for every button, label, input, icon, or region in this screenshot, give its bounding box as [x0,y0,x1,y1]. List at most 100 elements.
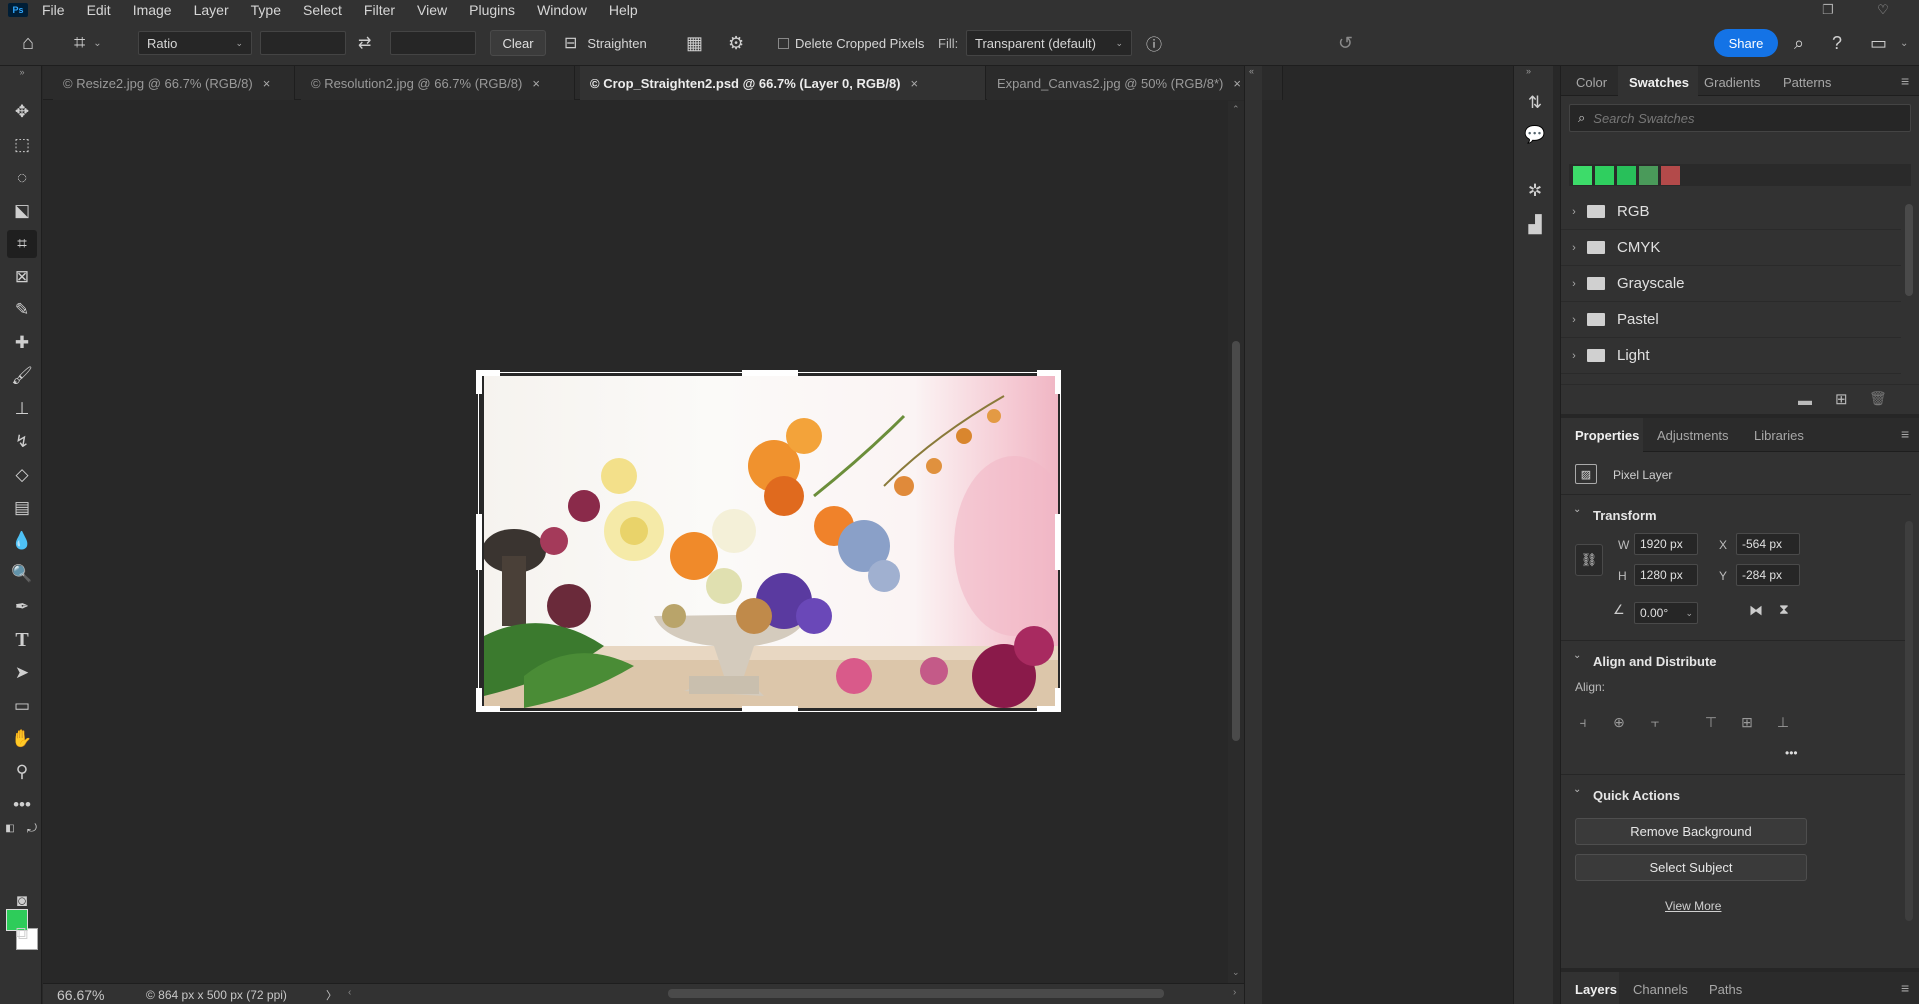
lasso-tool-icon[interactable]: ◌ [7,164,37,192]
align-title[interactable]: Align and Distribute [1593,654,1717,669]
restore-window-icon[interactable]: ❐ [1805,0,1851,20]
width-field[interactable]: 1920 px [1634,533,1698,555]
search-icon[interactable]: ⌕ [1794,33,1804,54]
swatches-scroll-thumb[interactable] [1905,204,1913,296]
new-group-icon[interactable]: ▬ [1798,392,1812,408]
flip-horizontal-icon[interactable]: ⧓ [1749,602,1763,619]
y-field[interactable]: -284 px [1736,564,1800,586]
chevron-down-icon[interactable]: ⌄ [1573,784,1581,795]
chevron-left-icon[interactable]: ‹ [348,987,351,998]
rectangle-tool-icon[interactable]: ▭ [7,692,37,720]
x-field[interactable]: -564 px [1736,533,1800,555]
crop-tool-preset[interactable]: ⌗ ⌄ [74,20,102,66]
more-tools-icon[interactable]: ••• [7,791,37,819]
home-button[interactable]: ⌂ [22,20,34,66]
crop-handle-bottom-left-v[interactable] [476,688,482,712]
ratio-height-input[interactable] [390,31,476,55]
height-field[interactable]: 1280 px [1634,564,1698,586]
clone-stamp-tool-icon[interactable]: ⊥ [7,395,37,423]
blur-tool-icon[interactable]: 💧 [7,527,37,555]
tab-patterns[interactable]: Patterns [1783,75,1831,90]
menu-plugins[interactable]: Plugins [469,0,515,20]
zoom-level[interactable]: 66.67% [57,987,104,1003]
close-icon[interactable]: × [532,76,540,91]
collapse-icon[interactable]: « [1249,66,1254,76]
tab-channels[interactable]: Channels [1633,982,1688,997]
align-horizontal-center-icon[interactable]: ⊕ [1609,712,1629,732]
dodge-tool-icon[interactable]: 🔍 [7,560,37,588]
collapse-toolbar-icon[interactable]: » [7,66,37,78]
heart-icon[interactable]: ♡ [1860,0,1906,20]
flip-vertical-icon[interactable]: ⧗ [1779,601,1789,618]
swatch-group-pastel[interactable]: › Pastel [1561,302,1901,338]
move-tool-icon[interactable]: ✥ [7,98,37,126]
tab-swatches[interactable]: Swatches [1629,75,1689,90]
crop-handle-top-right-v[interactable] [1055,370,1061,394]
crop-handle-left[interactable] [476,514,482,570]
menu-view[interactable]: View [417,0,447,20]
fill-select[interactable]: Transparent (default) ⌄ [966,30,1132,56]
pen-tool-icon[interactable]: ✒ [7,593,37,621]
properties-scroll-thumb[interactable] [1905,521,1913,921]
quick-mask-icon[interactable]: ◙ [7,887,37,915]
align-bottom-icon[interactable]: ⊥ [1773,712,1793,732]
chevron-down-icon[interactable]: ⌄ [1573,650,1581,661]
chevron-down-icon[interactable]: ⌄ [1573,504,1581,515]
eraser-tool-icon[interactable]: ◇ [7,461,37,489]
trash-icon[interactable]: 🗑 [1869,390,1887,407]
history-brush-tool-icon[interactable]: ↯ [7,428,37,456]
screen-mode-icon[interactable]: ⧉ [7,920,37,948]
tab-layers[interactable]: Layers [1575,982,1617,997]
transform-title[interactable]: Transform [1593,508,1657,523]
default-colors-icon[interactable]: ◧ [2,820,18,836]
swatch[interactable] [1639,166,1658,185]
more-options-icon[interactable]: ••• [1785,746,1798,760]
search-swatches-field[interactable]: ⌕ Search Swatches [1569,104,1911,132]
zoom-tool-icon[interactable]: ⚲ [7,758,37,786]
close-icon[interactable]: × [1233,76,1241,91]
chevron-down-icon[interactable]: ⌄ [1900,38,1908,49]
type-tool-icon[interactable]: T [7,626,37,654]
help-icon[interactable]: ? [1832,33,1842,54]
gear-icon[interactable]: ⚙ [728,33,744,54]
link-icon[interactable]: ⛓ [1575,544,1603,576]
tab-adjustments[interactable]: Adjustments [1657,428,1729,443]
tab-color[interactable]: Color [1576,75,1607,90]
delete-cropped-checkbox[interactable]: Delete Cropped Pixels [778,20,924,66]
align-right-icon[interactable]: ⫟ [1645,712,1665,732]
status-menu-chevron[interactable]: 〉 [326,987,337,1003]
histogram-panel-icon[interactable]: ▟ [1522,212,1548,238]
crop-handle-bottom[interactable] [742,706,798,712]
menu-window[interactable]: Window [537,0,587,20]
swatch[interactable] [1595,166,1614,185]
collapse-icon[interactable]: » [1526,66,1531,76]
swatch-group-cmyk[interactable]: › CMYK [1561,230,1901,266]
menu-filter[interactable]: Filter [364,0,395,20]
navigator-panel-icon[interactable]: ✲ [1522,178,1548,204]
close-icon[interactable]: × [911,76,919,91]
tab-resolution2[interactable]: © Resolution2.jpg @ 66.7% (RGB/8) × [301,66,575,100]
menu-layer[interactable]: Layer [194,0,229,20]
healing-brush-tool-icon[interactable]: ✚ [7,329,37,357]
menu-edit[interactable]: Edit [87,0,111,20]
angle-field[interactable]: 0.00° ⌄ [1634,602,1698,624]
chevron-up-icon[interactable]: ⌃ [1232,104,1240,115]
vertical-scroll-thumb[interactable] [1232,341,1240,741]
reset-icon[interactable]: ↺ [1338,33,1353,54]
tab-resize2[interactable]: © Resize2.jpg @ 66.7% (RGB/8) × [53,66,295,100]
gradient-tool-icon[interactable]: ▤ [7,494,37,522]
menu-type[interactable]: Type [251,0,281,20]
menu-select[interactable]: Select [303,0,342,20]
menu-help[interactable]: Help [609,0,638,20]
swatch-group-rgb[interactable]: › RGB [1561,194,1901,230]
crop-handle-bottom-right-v[interactable] [1055,688,1061,712]
tab-paths[interactable]: Paths [1709,982,1742,997]
info-icon[interactable]: ⓘ [1146,31,1162,55]
vertical-scrollbar[interactable]: ⌃ ⌄ [1228,101,1244,983]
share-button[interactable]: Share [1714,29,1778,57]
path-select-tool-icon[interactable]: ➤ [7,659,37,687]
marquee-tool-icon[interactable]: ⬚ [7,131,37,159]
swap-icon[interactable]: ⇄ [358,33,371,53]
chevron-down-icon[interactable]: ⌄ [1232,967,1240,978]
crop-tool-icon[interactable]: ⌗ [7,230,37,258]
